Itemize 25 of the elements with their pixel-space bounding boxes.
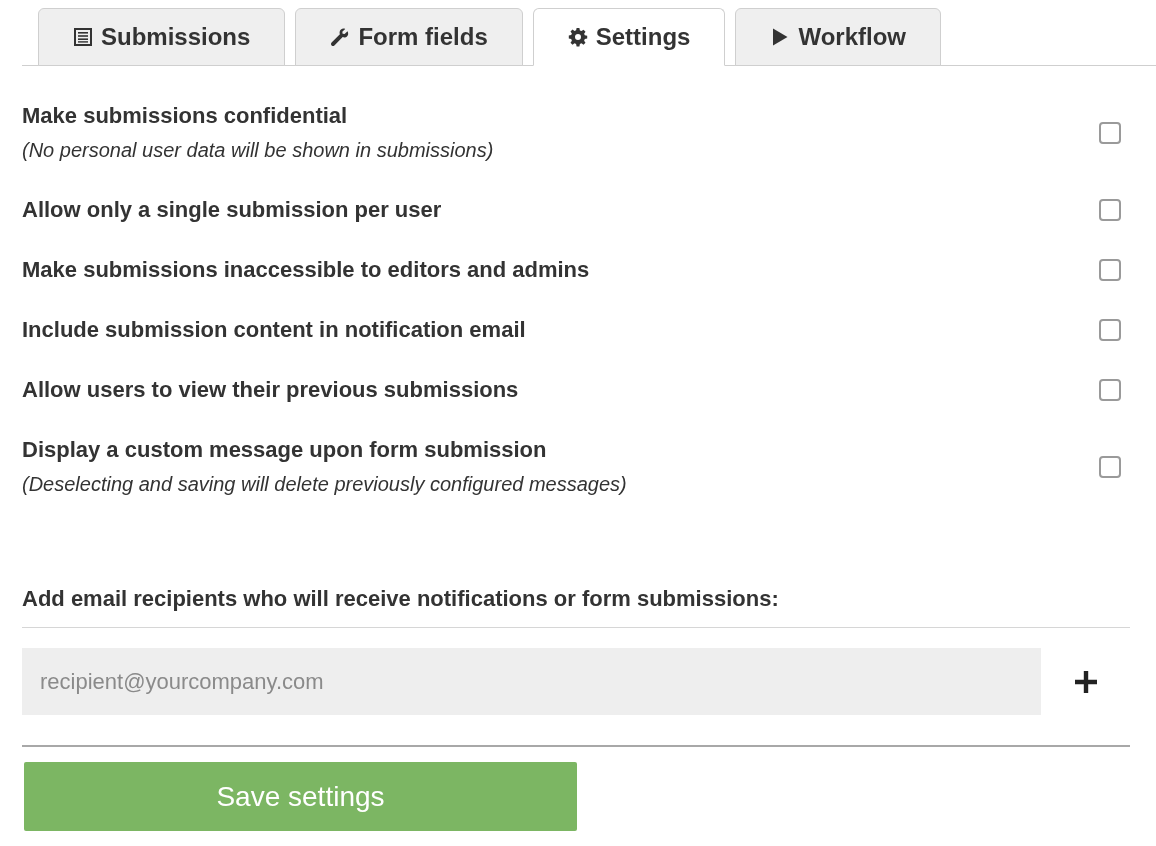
setting-label: Make submissions confidential: [22, 102, 349, 130]
wrench-icon: [330, 27, 351, 47]
tab[interactable]: Workflow: [735, 8, 941, 66]
checkbox[interactable]: [1099, 259, 1121, 281]
tab[interactable]: Form fields: [295, 8, 523, 66]
setting-label: Display a custom message upon form submission: [22, 436, 548, 464]
setting-note: (No personal user data will be shown in submissions): [22, 138, 494, 163]
tab[interactable]: Submissions: [38, 8, 286, 66]
add-recipient-button[interactable]: [1073, 668, 1099, 695]
setting-label: Allow only a single submission per user: [22, 196, 442, 224]
checkbox[interactable]: [1099, 199, 1121, 221]
tab[interactable]: Settings: [532, 8, 726, 66]
recipients-label: Add email recipients who will receive notifications or form submissions:: [22, 585, 780, 613]
setting-label: Allow users to view their previous submissions: [22, 376, 519, 404]
plus-icon: [1075, 670, 1097, 693]
checkbox[interactable]: [1099, 456, 1121, 478]
checkbox[interactable]: [1099, 319, 1121, 341]
setting-label: Make submissions inaccessible to editors and admins: [22, 256, 590, 284]
checkbox[interactable]: [1099, 379, 1121, 401]
table-icon: [73, 27, 93, 47]
setting-note: (Deselecting and saving will delete previously configured messages): [22, 472, 627, 497]
setting-label: Include submission content in notification email: [22, 316, 526, 344]
gear-icon: [567, 27, 588, 47]
checkbox[interactable]: [1099, 122, 1121, 144]
email-input-field[interactable]: recipient@yourcompany.com: [22, 648, 1041, 715]
